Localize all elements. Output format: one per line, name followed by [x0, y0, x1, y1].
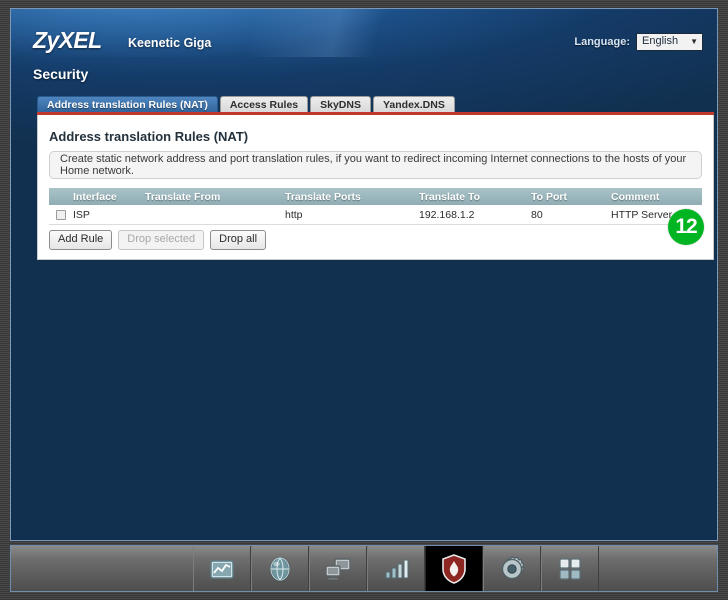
- cell-translate-to: 192.168.1.2: [419, 208, 475, 221]
- header-to-port: To Port: [531, 190, 567, 203]
- header-interface: Interface: [73, 190, 117, 203]
- table-row[interactable]: ISP http 192.168.1.2 80 HTTP Server: [49, 205, 702, 225]
- system-monitor-icon: [208, 555, 236, 583]
- chevron-down-icon: ▼: [690, 37, 698, 46]
- panel-description: Create static network address and port t…: [49, 151, 702, 179]
- taskbar-item-settings[interactable]: [483, 546, 541, 591]
- row-select-cell: [49, 209, 73, 220]
- app-header: ZyXEL Keenetic Giga Language: English ▼: [11, 9, 717, 57]
- tab-address-translation-rules[interactable]: Address translation Rules (NAT): [37, 96, 218, 113]
- header-translate-from: Translate From: [145, 190, 221, 203]
- taskbar-item-home-network[interactable]: [309, 546, 367, 591]
- add-rule-button[interactable]: Add Rule: [49, 230, 113, 250]
- page-title: Security: [33, 66, 89, 82]
- taskbar-item-applications[interactable]: [541, 546, 599, 591]
- nat-rules-panel: Address translation Rules (NAT) Create s…: [37, 115, 714, 260]
- header-translate-to: Translate To: [419, 190, 481, 203]
- language-label: Language:: [574, 36, 630, 48]
- tab-yandex-dns[interactable]: Yandex.DNS: [372, 96, 455, 113]
- device-frame: ZyXEL Keenetic Giga Language: English ▼ …: [0, 0, 728, 600]
- table-header-row: Interface Translate From Translate Ports…: [49, 188, 702, 205]
- language-value: English: [642, 35, 679, 47]
- tab-bar: Address translation Rules (NAT) Access R…: [37, 95, 714, 113]
- bottom-taskbar: [10, 545, 718, 592]
- panel-title: Address translation Rules (NAT): [49, 129, 249, 144]
- security-shield-icon: [441, 553, 467, 584]
- row-checkbox[interactable]: [56, 209, 66, 220]
- cell-translate-ports: http: [285, 208, 303, 221]
- wifi-signal-icon: [382, 555, 410, 583]
- cell-to-port: 80: [531, 208, 543, 221]
- taskbar-item-internet[interactable]: [251, 546, 309, 591]
- applications-grid-icon: [556, 555, 584, 583]
- taskbar-item-security[interactable]: [425, 546, 483, 591]
- language-dropdown[interactable]: English ▼: [636, 33, 703, 51]
- taskbar-item-wifi-signal[interactable]: [367, 546, 425, 591]
- tab-access-rules[interactable]: Access Rules: [219, 96, 309, 113]
- table-actions: Add Rule Drop selected Drop all: [49, 230, 267, 250]
- step-annotation-badge: 12: [668, 209, 704, 245]
- drop-all-button[interactable]: Drop all: [210, 230, 267, 250]
- nat-rules-table: Interface Translate From Translate Ports…: [49, 188, 702, 225]
- header-comment: Comment: [611, 190, 660, 203]
- router-webui-screen: ZyXEL Keenetic Giga Language: English ▼ …: [10, 8, 718, 541]
- device-model-label: Keenetic Giga: [128, 36, 212, 50]
- drop-selected-button: Drop selected: [118, 230, 205, 250]
- language-selector[interactable]: Language: English ▼: [574, 33, 703, 51]
- taskbar-item-system-monitor[interactable]: [193, 546, 251, 591]
- home-network-icon: [323, 555, 353, 583]
- header-translate-ports: Translate Ports: [285, 190, 361, 203]
- tab-skydns[interactable]: SkyDNS: [310, 96, 371, 113]
- internet-globe-icon: [266, 555, 294, 583]
- zyxel-logo: ZyXEL: [33, 27, 102, 53]
- settings-gear-icon: [498, 555, 526, 583]
- cell-interface: ISP: [73, 208, 90, 221]
